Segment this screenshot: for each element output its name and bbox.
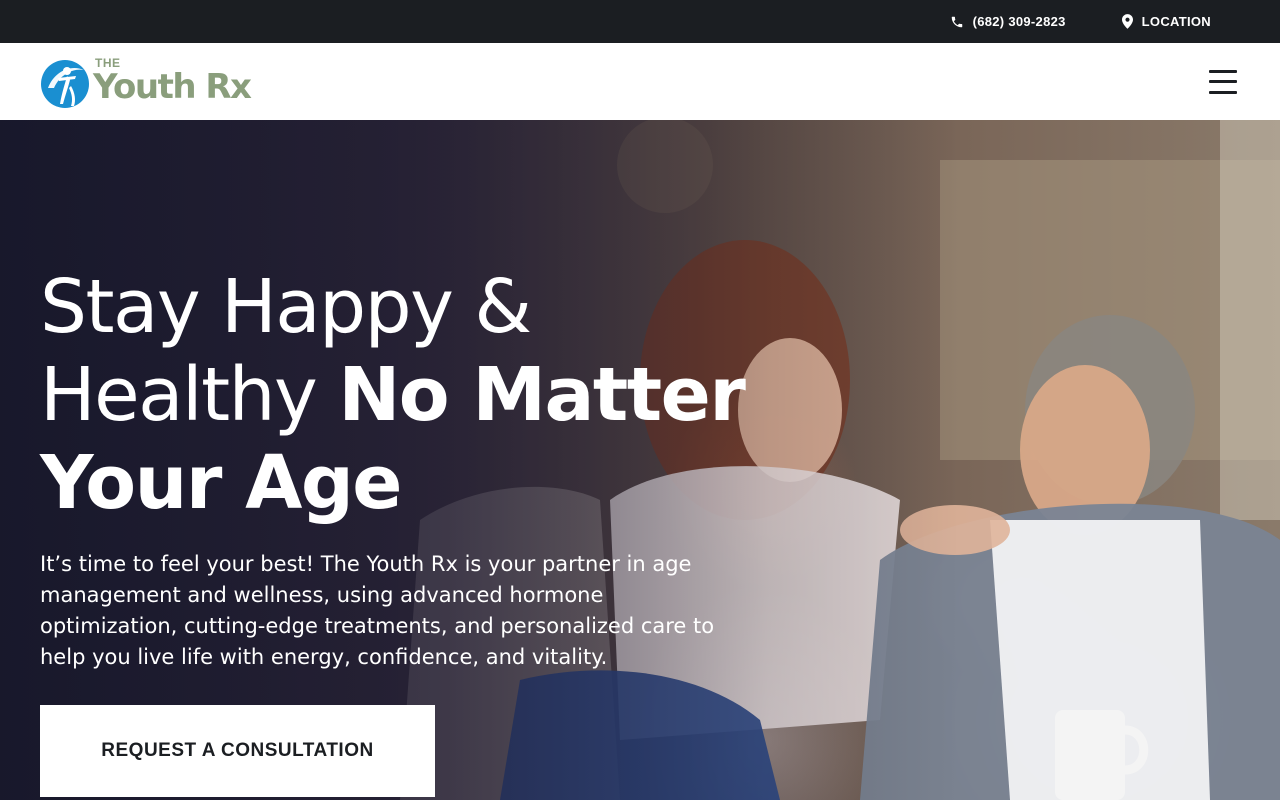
hero-description: It’s time to feel your best! The Youth R… [40,552,715,669]
phone-icon [950,15,964,29]
hero-content: Stay Happy & Healthy No Matter Your Age … [40,263,760,673]
map-pin-icon [1121,14,1133,29]
hero-title-line2-light: Healthy [40,352,339,438]
hero-title-line1: Stay Happy & [40,264,532,350]
hamburger-menu-icon[interactable] [1209,69,1239,94]
hero-section: Stay Happy & Healthy No Matter Your Age … [0,120,1280,800]
figure-swoosh-logo-icon [41,59,89,108]
menu-bar [1209,90,1237,94]
menu-bar [1209,69,1237,73]
hero-title: Stay Happy & Healthy No Matter Your Age [40,263,760,527]
logo-name: Youth Rx [93,66,252,107]
site-logo[interactable]: THE Youth Rx [40,54,252,110]
site-header: THE Youth Rx [0,43,1280,120]
hero-title-line2-strong: No Matter [338,352,746,438]
hero-title-line3-strong: Your Age [40,440,403,526]
location-link[interactable]: LOCATION [1121,14,1211,29]
request-consultation-button[interactable]: REQUEST A CONSULTATION [40,705,435,797]
phone-number: (682) 309-2823 [972,14,1066,29]
top-utility-bar: (682) 309-2823 LOCATION [0,0,1280,43]
logo-wordmark: THE Youth Rx [93,57,252,107]
location-label: LOCATION [1141,14,1211,29]
phone-link[interactable]: (682) 309-2823 [950,14,1066,29]
menu-bar [1209,80,1237,83]
